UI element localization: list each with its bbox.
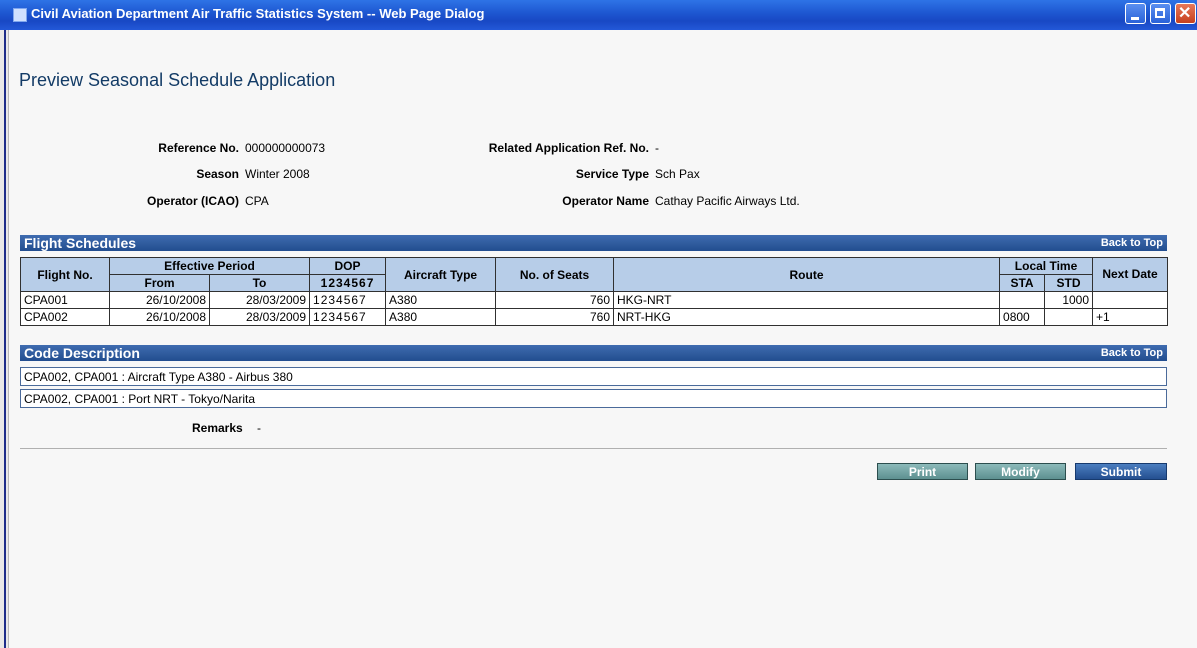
cell-seats: 760: [495, 308, 615, 326]
window-title: Civil Aviation Department Air Traffic St…: [31, 6, 485, 21]
operator-name-label: Operator Name: [562, 194, 649, 208]
col-aircraft-type: Aircraft Type: [385, 257, 497, 292]
col-flight-no: Flight No.: [20, 257, 110, 292]
related-ref-value: -: [655, 141, 659, 155]
reference-no-label: Reference No.: [158, 141, 239, 155]
cell-route: HKG-NRT: [613, 291, 1001, 309]
col-dop: DOP: [309, 257, 387, 275]
minimize-icon: [1131, 17, 1139, 20]
operator-name-value: Cathay Pacific Airways Ltd.: [655, 194, 800, 208]
col-to: To: [208, 274, 311, 292]
col-route: Route: [613, 257, 1001, 292]
cell-std: 1000: [1044, 291, 1094, 309]
flight-schedules-title: Flight Schedules: [24, 235, 137, 251]
operator-icao-label: Operator (ICAO): [146, 194, 239, 208]
season-label: Season: [196, 167, 239, 181]
cell-aircraft: A380: [385, 291, 497, 309]
cell-next-date: [1092, 291, 1169, 309]
print-button[interactable]: Print: [877, 463, 968, 480]
cell-to: 28/03/2009: [208, 291, 311, 309]
cell-seats: 760: [495, 291, 615, 309]
table-row: CPA001 26/10/2008 28/03/2009 1234567 A38…: [20, 291, 1169, 309]
cell-sta: 0800: [999, 308, 1046, 326]
cell-from: 26/10/2008: [109, 308, 210, 326]
cell-flight-no: CPA001: [20, 291, 110, 309]
service-type-label: Service Type: [575, 167, 649, 181]
col-std: STD: [1044, 274, 1094, 292]
cell-std: [1044, 308, 1094, 326]
col-local-time: Local Time: [999, 257, 1094, 275]
col-effective-period: Effective Period: [108, 257, 311, 275]
cell-route: NRT-HKG: [613, 308, 1001, 326]
code-description-title: Code Description: [24, 345, 140, 361]
code-description-line: CPA002, CPA001 : Aircraft Type A380 - Ai…: [20, 367, 1167, 386]
table-row: CPA002 26/10/2008 28/03/2009 1234567 A38…: [20, 308, 1169, 326]
reference-no-value: 000000000073: [245, 141, 326, 155]
close-icon: ✕: [1178, 5, 1192, 22]
code-description-line: CPA002, CPA001 : Port NRT - Tokyo/Narita: [20, 389, 1167, 408]
related-ref-label: Related Application Ref. No.: [488, 141, 649, 155]
code-description-header: Code Description Back to Top: [20, 345, 1167, 361]
col-next-date: Next Date: [1092, 257, 1169, 292]
cell-sta: [999, 291, 1046, 309]
modify-button[interactable]: Modify: [975, 463, 1066, 480]
cell-next-date: +1: [1092, 308, 1169, 326]
cell-dop: 1234567: [309, 291, 387, 309]
maximize-button[interactable]: [1150, 3, 1171, 24]
ie-app-icon: [13, 8, 27, 22]
service-type-value: Sch Pax: [655, 167, 700, 181]
divider: [20, 448, 1167, 449]
cell-flight-no: CPA002: [20, 308, 110, 326]
window-titlebar: Civil Aviation Department Air Traffic St…: [0, 0, 1197, 30]
operator-icao-value: CPA: [245, 194, 269, 208]
cell-aircraft: A380: [385, 308, 497, 326]
flight-schedules-header: Flight Schedules Back to Top: [20, 235, 1167, 251]
cell-from: 26/10/2008: [109, 291, 210, 309]
maximize-icon: [1155, 8, 1165, 18]
minimize-button[interactable]: [1125, 3, 1146, 24]
page-title: Preview Seasonal Schedule Application: [19, 70, 336, 90]
col-from: From: [109, 274, 210, 292]
back-to-top-link[interactable]: Back to Top: [1101, 237, 1163, 249]
close-button[interactable]: ✕: [1175, 3, 1196, 24]
cell-to: 28/03/2009: [208, 308, 311, 326]
flight-schedules-table: Flight No. Effective Period DOP Aircraft…: [20, 257, 1169, 326]
col-no-of-seats: No. of Seats: [495, 257, 615, 292]
window-left-border: [0, 30, 9, 648]
col-sta: STA: [999, 274, 1046, 292]
col-dop-days: 1234567: [309, 274, 387, 292]
remarks-label: Remarks: [192, 421, 243, 435]
cell-dop: 1234567: [309, 308, 387, 326]
submit-button[interactable]: Submit: [1075, 463, 1167, 480]
back-to-top-link[interactable]: Back to Top: [1101, 347, 1163, 359]
dialog-content: Preview Seasonal Schedule Application Re…: [9, 30, 1197, 648]
season-value: Winter 2008: [245, 167, 310, 181]
remarks-value: -: [257, 421, 261, 435]
